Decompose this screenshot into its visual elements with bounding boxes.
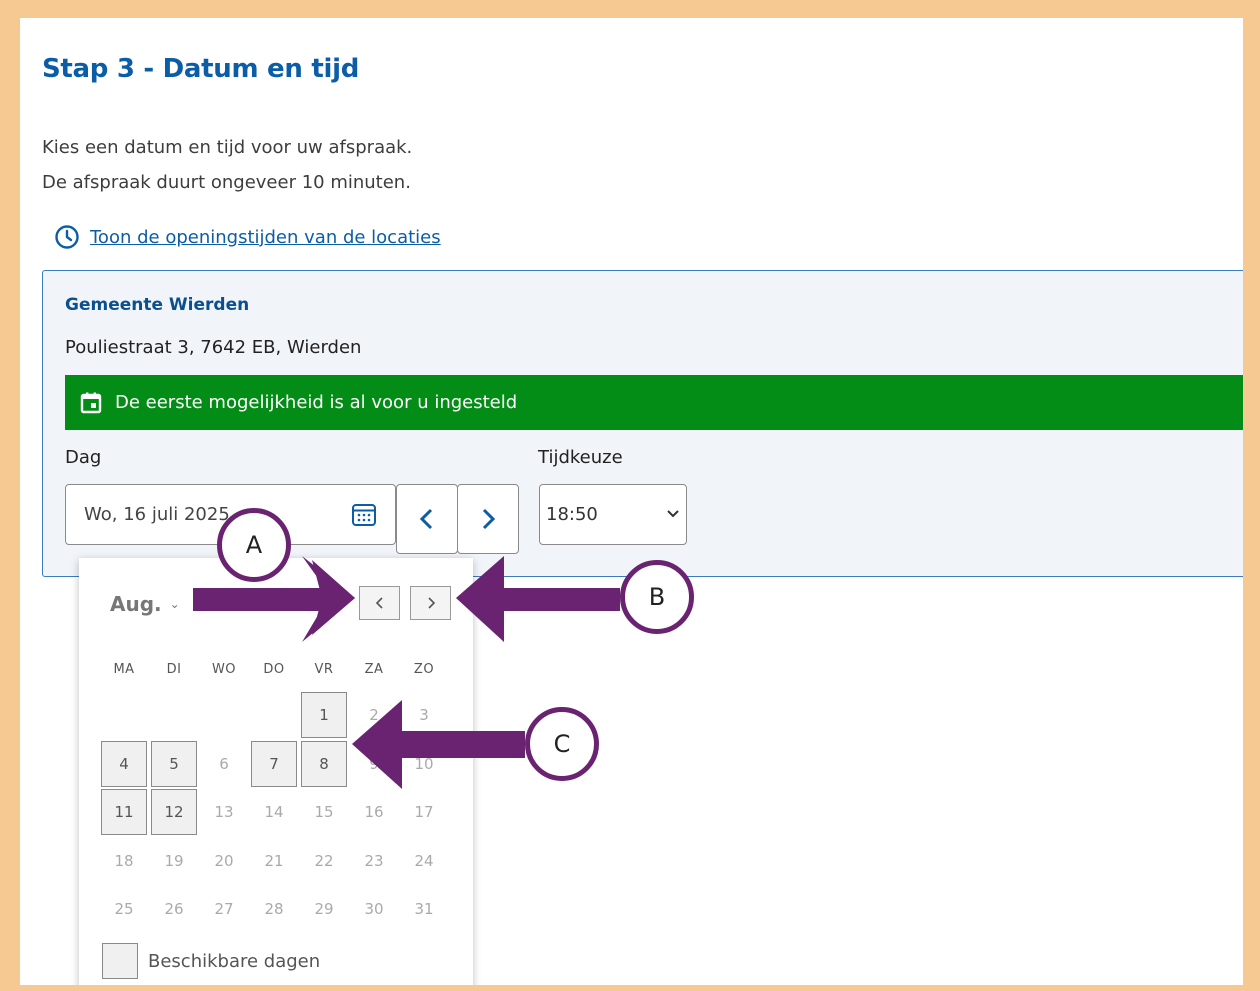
weekday-za: ZA [364, 662, 384, 677]
legend: Beschikbare dagen [102, 943, 320, 979]
calendar-icon [80, 392, 102, 413]
next-day-button[interactable] [457, 484, 519, 554]
available-day-cell[interactable]: 4 [101, 740, 147, 787]
day-cell: 23 [364, 851, 384, 870]
day-cell: 31 [414, 900, 434, 918]
weekday-wo: WO [211, 662, 237, 677]
legend-swatch [102, 943, 138, 979]
calendar-picker-icon[interactable] [351, 502, 377, 528]
day-cell: 22 [314, 851, 334, 870]
banner-text: De eerste mogelijkheid is al voor u inge… [115, 392, 518, 413]
previous-month-button[interactable] [359, 586, 400, 620]
month-selector[interactable]: Aug. ⌄ [110, 592, 180, 616]
day-cell: 15 [314, 803, 334, 821]
available-day-cell[interactable]: 7 [251, 740, 297, 787]
previous-day-button[interactable] [396, 484, 458, 554]
day-cell: 19 [164, 851, 184, 870]
day-cell: 14 [264, 803, 284, 821]
day-cell: 25 [114, 900, 134, 918]
available-day-cell[interactable]: 11 [101, 789, 147, 835]
day-cell: 2 [369, 706, 379, 724]
chevron-left-icon [419, 508, 433, 530]
legend-label: Beschikbare dagen [148, 950, 321, 972]
day-cell: 13 [214, 803, 234, 821]
chevron-right-icon [427, 597, 435, 609]
clock-icon [55, 225, 79, 249]
intro-text-2: De afspraak duurt ongeveer 10 minuten. [42, 172, 411, 193]
chevron-down-icon: ⌄ [169, 597, 180, 611]
opening-hours-link[interactable]: Toon de openingstijden van de locaties [54, 224, 441, 250]
available-day-cell[interactable]: 1 [301, 692, 347, 738]
time-select[interactable]: 18:50 [539, 484, 687, 545]
day-cell: 21 [264, 851, 284, 870]
day-cell: 27 [214, 900, 234, 918]
day-cell: 6 [219, 754, 229, 773]
page-title: Stap 3 - Datum en tijd [42, 54, 360, 84]
day-cell: 18 [114, 851, 134, 870]
available-day-cell[interactable]: 8 [301, 740, 347, 787]
weekday-do: DO [263, 662, 285, 677]
weekday-di: DI [166, 662, 182, 677]
day-cell: 28 [264, 900, 284, 918]
day-cell: 9 [369, 754, 379, 773]
chevron-left-icon [375, 597, 383, 609]
weekday-ma: MA [113, 662, 135, 677]
annotation-a: A [217, 508, 291, 582]
day-cell: 24 [414, 851, 434, 870]
location-name: Gemeente Wierden [65, 295, 250, 315]
day-cell: 29 [314, 900, 334, 918]
annotation-b: B [620, 560, 694, 634]
day-cell: 30 [364, 900, 384, 918]
day-cell: 10 [414, 754, 434, 773]
time-select-value: 18:50 [546, 504, 598, 525]
chevron-down-icon [667, 510, 679, 518]
weekday-zo: ZO [413, 662, 435, 677]
day-cell: 3 [419, 706, 429, 724]
next-month-button[interactable] [410, 586, 451, 620]
weekday-vr: VR [314, 662, 334, 677]
day-cell: 17 [414, 803, 434, 821]
day-label: Dag [65, 447, 102, 468]
day-cell: 16 [364, 803, 384, 821]
page: Stap 3 - Datum en tijd Kies een datum en… [20, 18, 1243, 985]
annotation-c: C [525, 707, 599, 781]
day-cell: 26 [164, 900, 184, 918]
location-address: Pouliestraat 3, 7642 EB, Wierden [65, 337, 362, 358]
opening-hours-link-label[interactable]: Toon de openingstijden van de locaties [90, 227, 441, 248]
date-input-value: Wo, 16 juli 2025 [84, 504, 230, 525]
chevron-right-icon [482, 508, 496, 530]
first-option-banner: De eerste mogelijkheid is al voor u inge… [65, 375, 1243, 430]
month-label: Aug. [110, 592, 162, 616]
day-cell: 20 [214, 851, 234, 870]
intro-text-1: Kies een datum en tijd voor uw afspraak. [42, 137, 413, 158]
available-day-cell[interactable]: 12 [151, 789, 197, 835]
available-day-cell[interactable]: 5 [151, 740, 197, 787]
time-label: Tijdkeuze [538, 447, 623, 468]
calendar-popup: Aug. ⌄ MA DI WO DO VR ZA ZO 1 2 3 4 5 6 7 8 9 10 11 12 13 1… [79, 558, 473, 985]
